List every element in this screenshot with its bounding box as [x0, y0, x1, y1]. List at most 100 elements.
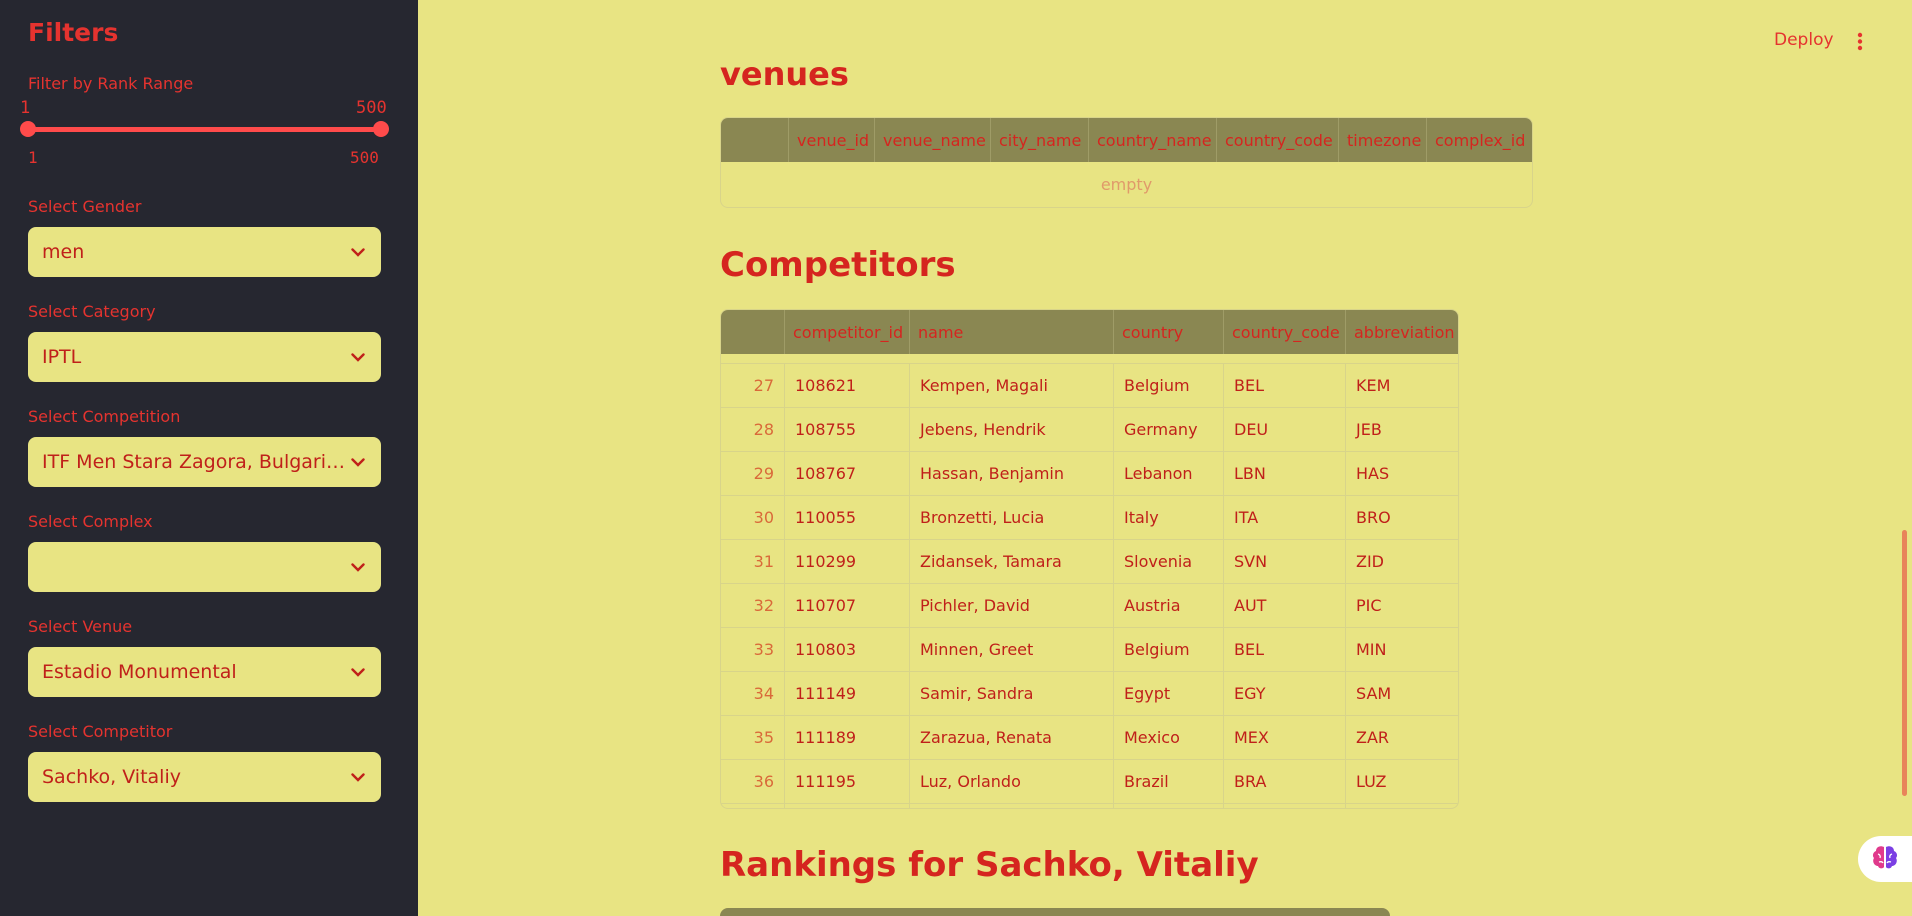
cell-competitor-name[interactable]: Bronzetti, Lucia: [910, 496, 1114, 539]
competitors-header-country[interactable]: country: [1114, 310, 1224, 354]
cell-country[interactable]: Mexico: [1114, 716, 1224, 759]
competitors-header-competitor-id[interactable]: competitor_id: [785, 310, 910, 354]
cell-row-index[interactable]: 29: [721, 452, 785, 495]
cell-country[interactable]: Austria: [1114, 584, 1224, 627]
cell-competitor-id[interactable]: 111195: [785, 760, 910, 803]
cell-competitor-name[interactable]: Zarazua, Renata: [910, 716, 1114, 759]
cell-competitor-id[interactable]: 110299: [785, 540, 910, 583]
cell-country[interactable]: Lebanon: [1114, 452, 1224, 495]
rank-range-max: 500: [350, 148, 379, 167]
cell-country[interactable]: Slovenia: [1114, 540, 1224, 583]
page-scrollbar[interactable]: [1902, 530, 1907, 796]
rank-range-thumb-high[interactable]: [373, 121, 389, 137]
rank-range-track[interactable]: [28, 127, 381, 132]
cell-abbreviation[interactable]: SAM: [1346, 672, 1458, 715]
cell-competitor-id[interactable]: 110055: [785, 496, 910, 539]
cell-competitor-id[interactable]: 111189: [785, 716, 910, 759]
table-row[interactable]: 32 110707 Pichler, David Austria AUT PIC: [721, 583, 1458, 627]
cell-country-code[interactable]: MEX: [1224, 716, 1346, 759]
cell-row-index[interactable]: 33: [721, 628, 785, 671]
deploy-button[interactable]: Deploy: [1774, 30, 1834, 50]
cell-competitor-id[interactable]: 108621: [785, 364, 910, 407]
cell-country-code[interactable]: DEU: [1224, 408, 1346, 451]
cell-country[interactable]: Brazil: [1114, 760, 1224, 803]
cell-competitor-name[interactable]: Pichler, David: [910, 584, 1114, 627]
cell-competitor-name[interactable]: Luz, Orlando: [910, 760, 1114, 803]
table-row[interactable]: 31 110299 Zidansek, Tamara Slovenia SVN ZID: [721, 539, 1458, 583]
table-row[interactable]: 33 110803 Minnen, Greet Belgium BEL MIN: [721, 627, 1458, 671]
table-row[interactable]: 29 108767 Hassan, Benjamin Lebanon LBN HAS: [721, 451, 1458, 495]
cell-country[interactable]: Egypt: [1114, 672, 1224, 715]
gender-select[interactable]: men: [28, 227, 381, 277]
venues-header-venue-name[interactable]: venue_name: [875, 118, 991, 162]
competitors-header-abbreviation[interactable]: abbreviation: [1346, 310, 1458, 354]
rankings-table-header: [720, 908, 1390, 916]
cell-competitor-id[interactable]: 108767: [785, 452, 910, 495]
venues-header-city-name[interactable]: city_name: [991, 118, 1089, 162]
more-vertical-icon[interactable]: [1852, 30, 1868, 54]
cell-abbreviation[interactable]: LUZ: [1346, 760, 1458, 803]
cell-abbreviation[interactable]: KEM: [1346, 364, 1458, 407]
venue-select[interactable]: Estadio Monumental: [28, 647, 381, 697]
table-row[interactable]: 34 111149 Samir, Sandra Egypt EGY SAM: [721, 671, 1458, 715]
cell-country-code[interactable]: SVN: [1224, 540, 1346, 583]
venues-table[interactable]: venue_id venue_name city_name country_na…: [720, 117, 1533, 208]
cell-competitor-id[interactable]: 110803: [785, 628, 910, 671]
venues-header-country-code[interactable]: country_code: [1217, 118, 1339, 162]
competitor-select[interactable]: Sachko, Vitaliy: [28, 752, 381, 802]
cell-country-code[interactable]: BEL: [1224, 628, 1346, 671]
cell-row-index[interactable]: 28: [721, 408, 785, 451]
cell-competitor-name[interactable]: Zidansek, Tamara: [910, 540, 1114, 583]
assistant-button[interactable]: [1858, 836, 1912, 882]
cell-competitor-name[interactable]: Samir, Sandra: [910, 672, 1114, 715]
cell-abbreviation[interactable]: JEB: [1346, 408, 1458, 451]
cell-country-code[interactable]: BRA: [1224, 760, 1346, 803]
cell-abbreviation[interactable]: ZID: [1346, 540, 1458, 583]
cell-competitor-name[interactable]: Jebens, Hendrik: [910, 408, 1114, 451]
cell-row-index[interactable]: 32: [721, 584, 785, 627]
table-row[interactable]: 27 108621 Kempen, Magali Belgium BEL KEM: [721, 363, 1458, 407]
table-row[interactable]: 28 108755 Jebens, Hendrik Germany DEU JEB: [721, 407, 1458, 451]
cell-competitor-id[interactable]: 108755: [785, 408, 910, 451]
cell-country[interactable]: Italy: [1114, 496, 1224, 539]
venues-header-venue-id[interactable]: venue_id: [789, 118, 875, 162]
rank-range-min: 1: [28, 148, 38, 167]
cell-abbreviation[interactable]: BRO: [1346, 496, 1458, 539]
cell-competitor-name[interactable]: Minnen, Greet: [910, 628, 1114, 671]
competitors-header-name[interactable]: name: [910, 310, 1114, 354]
cell-abbreviation[interactable]: ZAR: [1346, 716, 1458, 759]
complex-select[interactable]: [28, 542, 381, 592]
competitors-table[interactable]: competitor_id name country country_code …: [720, 309, 1459, 809]
cell-competitor-id[interactable]: 111149: [785, 672, 910, 715]
rank-range-thumb-low[interactable]: [20, 121, 36, 137]
competition-select[interactable]: ITF Men Stara Zagora, Bulgaria Men Singl…: [28, 437, 381, 487]
cell-row-index[interactable]: 27: [721, 364, 785, 407]
cell-country-code[interactable]: LBN: [1224, 452, 1346, 495]
cell-abbreviation[interactable]: PIC: [1346, 584, 1458, 627]
cell-row-index[interactable]: 35: [721, 716, 785, 759]
cell-abbreviation[interactable]: MIN: [1346, 628, 1458, 671]
cell-row-index[interactable]: 30: [721, 496, 785, 539]
cell-competitor-name[interactable]: Kempen, Magali: [910, 364, 1114, 407]
cell-abbreviation[interactable]: HAS: [1346, 452, 1458, 495]
cell-competitor-id[interactable]: 110707: [785, 584, 910, 627]
table-row[interactable]: 36 111195 Luz, Orlando Brazil BRA LUZ: [721, 759, 1458, 803]
cell-country-code[interactable]: EGY: [1224, 672, 1346, 715]
cell-country[interactable]: Belgium: [1114, 628, 1224, 671]
venues-header-timezone[interactable]: timezone: [1339, 118, 1427, 162]
category-select[interactable]: IPTL: [28, 332, 381, 382]
cell-country[interactable]: Belgium: [1114, 364, 1224, 407]
cell-country-code[interactable]: ITA: [1224, 496, 1346, 539]
cell-competitor-name[interactable]: Hassan, Benjamin: [910, 452, 1114, 495]
cell-row-index[interactable]: 31: [721, 540, 785, 583]
venues-header-complex-id[interactable]: complex_id: [1427, 118, 1532, 162]
venues-header-country-name[interactable]: country_name: [1089, 118, 1217, 162]
table-row[interactable]: 30 110055 Bronzetti, Lucia Italy ITA BRO: [721, 495, 1458, 539]
competitors-header-country-code[interactable]: country_code: [1224, 310, 1346, 354]
cell-country-code[interactable]: AUT: [1224, 584, 1346, 627]
cell-country[interactable]: Germany: [1114, 408, 1224, 451]
cell-row-index[interactable]: 36: [721, 760, 785, 803]
table-row[interactable]: 35 111189 Zarazua, Renata Mexico MEX ZAR: [721, 715, 1458, 759]
cell-row-index[interactable]: 34: [721, 672, 785, 715]
cell-country-code[interactable]: BEL: [1224, 364, 1346, 407]
